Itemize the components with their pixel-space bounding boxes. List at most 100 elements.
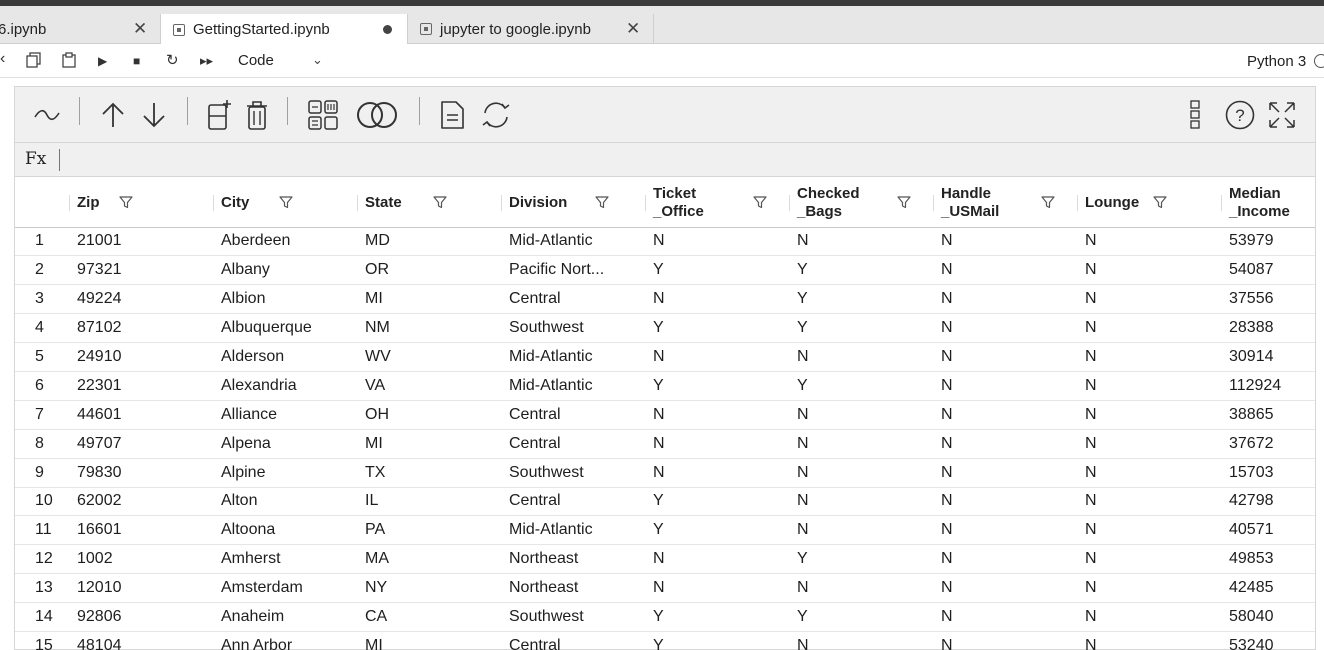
cell-division[interactable]: Central [501, 429, 645, 459]
delete-icon[interactable] [239, 97, 275, 133]
cell-ticket-office[interactable]: Y [645, 602, 789, 632]
cell-handle-usmail[interactable]: N [933, 458, 1077, 488]
table-row[interactable]: 6 22301 Alexandria VA Mid-Atlantic Y Y N N 112924 [15, 371, 1315, 401]
cell-city[interactable]: Alton [213, 487, 357, 517]
cell-handle-usmail[interactable]: N [933, 487, 1077, 517]
cell-state[interactable]: PA [357, 515, 501, 546]
header-state[interactable]: State [357, 179, 501, 228]
cell-handle-usmail[interactable]: N [933, 400, 1077, 430]
cell-division[interactable]: Northeast [501, 544, 645, 575]
more-options-icon[interactable] [1183, 97, 1207, 133]
cell-row-number[interactable]: 1 [15, 227, 69, 257]
cell-state[interactable]: MI [357, 631, 501, 650]
table-row[interactable]: 9 79830 Alpine TX Southwest N N N N 15703 [15, 458, 1315, 488]
cell-zip[interactable]: 49707 [69, 429, 213, 459]
cell-zip[interactable]: 12010 [69, 573, 213, 604]
cell-zip[interactable]: 62002 [69, 487, 213, 517]
tab-notebook-6[interactable]: 6.ipynb ✕ [0, 14, 160, 44]
cell-checked-bags[interactable]: Y [789, 371, 933, 401]
cell-lounge[interactable]: N [1077, 342, 1221, 372]
cell-ticket-office[interactable]: N [645, 284, 789, 315]
cell-zip[interactable]: 49224 [69, 284, 213, 315]
cell-division[interactable]: Central [501, 487, 645, 517]
cell-state[interactable]: OH [357, 400, 501, 430]
export-icon[interactable] [434, 97, 470, 133]
add-row-icon[interactable] [201, 97, 237, 133]
cell-checked-bags[interactable]: N [789, 429, 933, 459]
close-icon[interactable]: ✕ [133, 19, 147, 39]
cell-row-number[interactable]: 2 [15, 255, 69, 286]
cell-row-number[interactable]: 14 [15, 602, 69, 632]
cell-city[interactable]: Alpine [213, 458, 357, 488]
cell-lounge[interactable]: N [1077, 602, 1221, 632]
cell-row-number[interactable]: 3 [15, 284, 69, 315]
cell-handle-usmail[interactable]: N [933, 515, 1077, 546]
cell-division[interactable]: Mid-Atlantic [501, 371, 645, 401]
cell-state[interactable]: CA [357, 602, 501, 632]
cell-zip[interactable]: 22301 [69, 371, 213, 401]
table-row[interactable]: 4 87102 Albuquerque NM Southwest Y Y N N 28388 [15, 313, 1315, 344]
cell-row-number[interactable]: 6 [15, 371, 69, 401]
cell-zip[interactable]: 92806 [69, 602, 213, 632]
cell-zip[interactable]: 48104 [69, 631, 213, 650]
cell-zip[interactable]: 97321 [69, 255, 213, 286]
cell-checked-bags[interactable]: N [789, 631, 933, 650]
expand-icon[interactable] [1264, 97, 1300, 133]
cell-state[interactable]: MD [357, 227, 501, 257]
table-row[interactable]: 12 1002 Amherst MA Northeast N Y N N 49853 [15, 544, 1315, 575]
cell-handle-usmail[interactable]: N [933, 313, 1077, 344]
cell-row-number[interactable]: 8 [15, 429, 69, 459]
refresh-icon[interactable] [478, 97, 514, 133]
cell-checked-bags[interactable]: Y [789, 602, 933, 632]
cell-row-number[interactable]: 15 [15, 631, 69, 650]
cell-zip[interactable]: 79830 [69, 458, 213, 488]
run-all-button[interactable]: ▸▸ [200, 52, 213, 70]
cell-checked-bags[interactable]: N [789, 342, 933, 372]
help-icon[interactable]: ? [1222, 97, 1258, 133]
paste-cell-button[interactable] [61, 52, 77, 72]
filter-icon[interactable] [595, 195, 609, 213]
cell-lounge[interactable]: N [1077, 487, 1221, 517]
cell-handle-usmail[interactable]: N [933, 255, 1077, 286]
cell-lounge[interactable]: N [1077, 400, 1221, 430]
data-grid[interactable]: Zip City State Division Ticket _Office Ch… [15, 179, 1315, 650]
cell-checked-bags[interactable]: Y [789, 313, 933, 344]
header-ticket-office[interactable]: Ticket _Office [645, 179, 789, 228]
cell-division[interactable]: Mid-Atlantic [501, 515, 645, 546]
cell-handle-usmail[interactable]: N [933, 602, 1077, 632]
cell-row-number[interactable]: 11 [15, 515, 69, 546]
cell-checked-bags[interactable]: N [789, 400, 933, 430]
cell-city[interactable]: Altoona [213, 515, 357, 546]
header-zip[interactable]: Zip [69, 179, 213, 228]
cell-zip[interactable]: 1002 [69, 544, 213, 575]
cell-ticket-office[interactable]: N [645, 544, 789, 575]
cell-checked-bags[interactable]: Y [789, 284, 933, 315]
cell-state[interactable]: MA [357, 544, 501, 575]
cell-median-income[interactable]: 38865 [1221, 400, 1315, 430]
cell-city[interactable]: Alexandria [213, 371, 357, 401]
cell-lounge[interactable]: N [1077, 313, 1221, 344]
filter-icon[interactable] [753, 195, 767, 213]
cell-row-number[interactable]: 12 [15, 544, 69, 575]
cell-division[interactable]: Southwest [501, 458, 645, 488]
cell-median-income[interactable]: 42798 [1221, 487, 1315, 517]
chevron-down-icon[interactable]: ⌄ [312, 52, 323, 68]
cell-checked-bags[interactable]: N [789, 458, 933, 488]
move-up-icon[interactable] [95, 97, 131, 133]
header-city[interactable]: City [213, 179, 357, 228]
cell-ticket-office[interactable]: N [645, 400, 789, 430]
columns-icon[interactable] [305, 97, 341, 133]
cell-lounge[interactable]: N [1077, 255, 1221, 286]
cell-ticket-office[interactable]: Y [645, 371, 789, 401]
cell-division[interactable]: Southwest [501, 313, 645, 344]
cell-zip[interactable]: 21001 [69, 227, 213, 257]
unsaved-dot-icon[interactable] [383, 25, 392, 34]
formula-bar[interactable]: Fx [15, 143, 1315, 177]
cell-city[interactable]: Albany [213, 255, 357, 286]
cell-median-income[interactable]: 28388 [1221, 313, 1315, 344]
cell-handle-usmail[interactable]: N [933, 284, 1077, 315]
cell-row-number[interactable]: 7 [15, 400, 69, 430]
table-row[interactable]: 1 21001 Aberdeen MD Mid-Atlantic N N N N 53979 [15, 227, 1315, 257]
cell-median-income[interactable]: 49853 [1221, 544, 1315, 575]
cell-state[interactable]: NY [357, 573, 501, 604]
